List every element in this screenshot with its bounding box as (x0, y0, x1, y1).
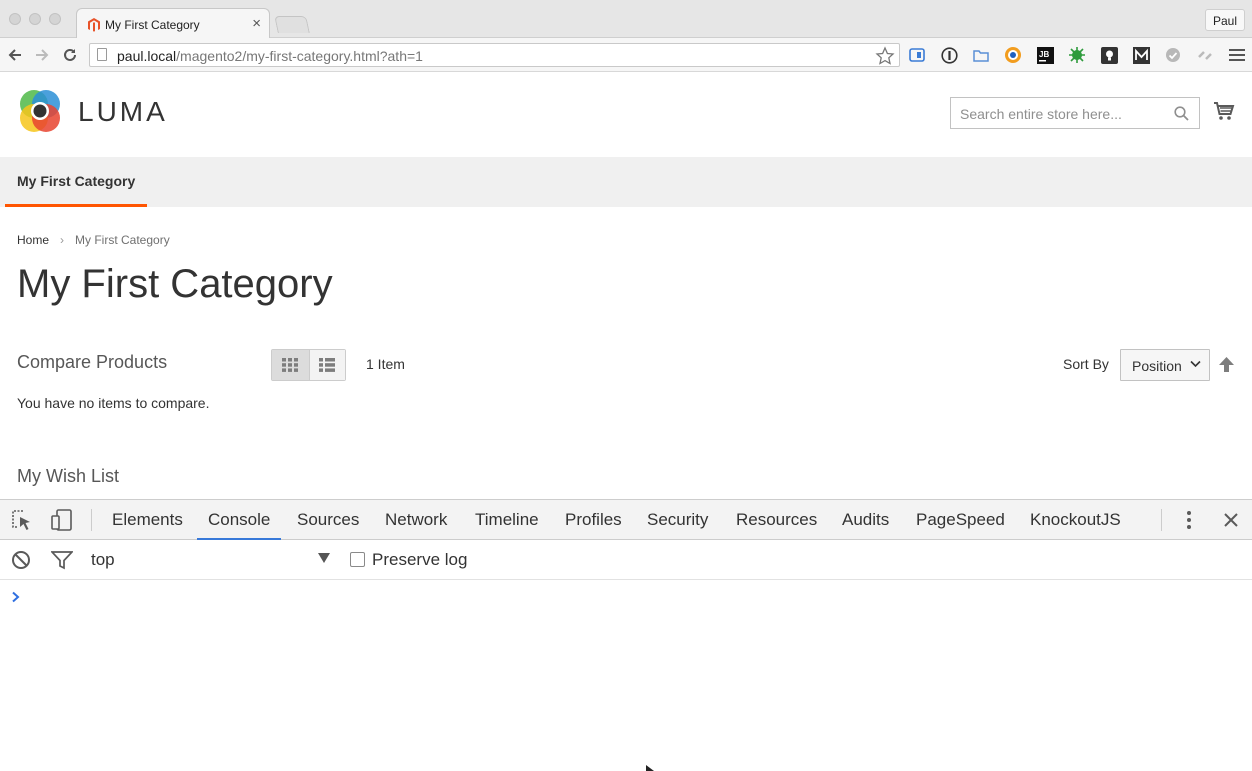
chevron-down-icon (1190, 360, 1201, 368)
preserve-log-label[interactable]: Preserve log (372, 550, 467, 570)
grid-view-button[interactable] (272, 350, 309, 380)
tab-network[interactable]: Network (385, 500, 447, 540)
device-toolbar-button[interactable] (51, 509, 73, 531)
logo-text[interactable]: LUMA (78, 96, 168, 128)
window-minimize-button[interactable] (29, 13, 41, 25)
magento-favicon-icon (88, 18, 100, 32)
list-view-button[interactable] (308, 350, 345, 380)
mouse-cursor-icon (646, 765, 654, 771)
nav-item-my-first-category[interactable]: My First Category (5, 157, 148, 207)
svg-text:JB: JB (1039, 50, 1049, 59)
search-input[interactable]: Search entire store here... (950, 97, 1200, 129)
extension-folder-icon[interactable] (972, 46, 990, 64)
dropdown-arrow-icon[interactable] (318, 553, 330, 563)
luma-logo-icon[interactable] (17, 88, 63, 134)
inspect-cursor-icon (12, 510, 30, 530)
tab-title: My First Category (105, 18, 200, 32)
toolbar-divider (91, 509, 92, 531)
wishlist-title: My Wish List (17, 466, 120, 486)
extension-check-icon[interactable] (1164, 46, 1182, 64)
store-header: LUMA Search entire store here... (0, 73, 1252, 157)
new-tab-button[interactable] (274, 16, 310, 33)
sort-by-select[interactable]: Position (1120, 349, 1210, 381)
window-zoom-button[interactable] (49, 13, 61, 25)
url-text: paul.local/magento2/my-first-category.ht… (117, 48, 423, 64)
breadcrumb-home-link[interactable]: Home (17, 233, 49, 247)
view-mode-switcher (271, 349, 346, 381)
tab-audits[interactable]: Audits (842, 500, 889, 540)
grid-icon (282, 358, 299, 372)
tab-knockoutjs[interactable]: KnockoutJS (1030, 500, 1121, 540)
breadcrumb-current: My First Category (75, 233, 170, 247)
devtools-tab-bar: Elements Console Sources Network Timelin… (0, 500, 1252, 540)
browser-tab-strip: My First Category × Paul (0, 0, 1252, 39)
browser-toolbar: paul.local/magento2/my-first-category.ht… (0, 38, 1252, 72)
compare-products-title: Compare Products (17, 352, 168, 372)
page-title: My First Category (17, 262, 333, 306)
filter-button[interactable] (51, 549, 73, 571)
devtools-close-button[interactable] (1220, 509, 1242, 531)
extension-m-icon[interactable] (1132, 46, 1150, 64)
extension-jetbrains-icon[interactable]: JB (1036, 46, 1054, 64)
reload-icon (64, 48, 76, 61)
breadcrumb: Home › My First Category (17, 233, 170, 247)
page-icon (97, 48, 107, 61)
tab-profiles[interactable]: Profiles (565, 500, 622, 540)
search-placeholder: Search entire store here... (960, 106, 1122, 122)
preserve-log-checkbox[interactable] (350, 552, 365, 567)
extension-bug-icon[interactable] (1068, 46, 1086, 64)
breadcrumb-separator: › (60, 233, 65, 247)
tab-security[interactable]: Security (647, 500, 708, 540)
sort-by-value: Position (1132, 358, 1182, 374)
extension-sync-icon[interactable] (1196, 46, 1214, 64)
window-close-button[interactable] (9, 13, 21, 25)
tab-sources[interactable]: Sources (297, 500, 359, 540)
device-mode-icon (51, 509, 72, 531)
item-count: 1 Item (366, 356, 405, 372)
tab-elements[interactable]: Elements (112, 500, 183, 540)
tab-pagespeed[interactable]: PageSpeed (916, 500, 1005, 540)
close-icon (1224, 513, 1238, 527)
tab-console[interactable]: Console (197, 500, 282, 540)
clear-console-button[interactable] (10, 549, 32, 571)
browser-tab[interactable]: My First Category × (76, 8, 270, 39)
category-nav: My First Category (0, 157, 1252, 207)
back-arrow-icon (8, 49, 21, 61)
profile-button[interactable]: Paul (1204, 9, 1245, 31)
bookmark-star-icon[interactable] (875, 46, 895, 66)
forward-button[interactable] (33, 46, 51, 64)
inspect-element-button[interactable] (10, 509, 32, 531)
extension-reader-icon[interactable] (908, 46, 926, 64)
filter-funnel-icon (51, 551, 73, 570)
tab-resources[interactable]: Resources (736, 500, 817, 540)
address-bar[interactable]: paul.local/magento2/my-first-category.ht… (89, 43, 900, 67)
browser-menu-icon[interactable] (1228, 46, 1246, 64)
clear-console-icon (12, 551, 30, 569)
devtools-menu-button[interactable] (1178, 509, 1200, 531)
extension-bulb-icon[interactable] (1100, 46, 1118, 64)
extension-eye-icon[interactable] (1004, 46, 1022, 64)
back-button[interactable] (6, 46, 24, 64)
compare-empty-message: You have no items to compare. (17, 395, 210, 411)
tab-close-icon[interactable]: × (252, 15, 261, 32)
sort-by-label: Sort By (1063, 356, 1109, 372)
list-icon (319, 358, 336, 372)
context-selector-value[interactable]: top (91, 550, 115, 570)
more-vertical-icon (1187, 511, 1191, 529)
forward-arrow-icon (36, 49, 49, 61)
search-icon[interactable] (1174, 106, 1189, 121)
toolbar-divider (1161, 509, 1162, 531)
extension-onepassword-icon[interactable] (940, 46, 958, 64)
devtools-panel: Elements Console Sources Network Timelin… (0, 499, 1252, 771)
cart-icon[interactable] (1213, 101, 1235, 121)
console-filter-bar: top Preserve log (0, 540, 1252, 580)
reload-button[interactable] (61, 46, 79, 64)
sort-direction-icon[interactable] (1219, 357, 1234, 373)
console-prompt-icon[interactable] (11, 591, 21, 603)
tab-timeline[interactable]: Timeline (475, 500, 539, 540)
